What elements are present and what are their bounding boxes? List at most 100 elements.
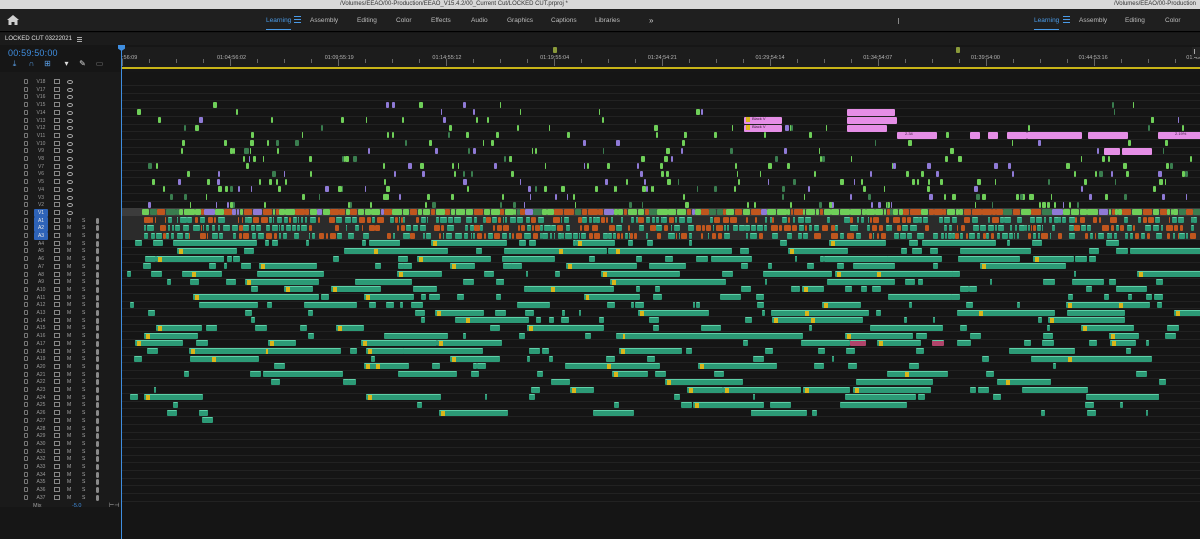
timeline-clip[interactable] [462,101,466,108]
timeline-clip[interactable] [439,232,441,239]
timeline-clip[interactable] [625,178,628,185]
timeline-clip[interactable] [371,209,381,216]
timeline-clip[interactable] [518,332,525,339]
sync-lock-icon[interactable] [54,356,60,362]
timeline-clip[interactable] [932,340,944,347]
timeline-clip[interactable] [200,224,203,231]
timeline-clip[interactable] [335,217,342,224]
timeline-clip[interactable] [1097,232,1105,239]
timeline-clip[interactable] [396,271,442,277]
timeline-clip[interactable] [142,263,151,270]
timeline-clip[interactable] [1088,247,1099,254]
timeline-clip[interactable] [829,240,870,247]
timeline-clip[interactable] [988,217,991,224]
timeline-clip[interactable] [1004,217,1011,224]
timeline-clip[interactable] [355,278,412,285]
timeline-clip[interactable] [387,232,391,239]
timeline-clip[interactable] [576,240,615,247]
timeline-clip[interactable] [1105,324,1113,331]
timeline-clip[interactable] [908,140,912,147]
timeline-clip[interactable] [166,232,170,239]
timeline-clip[interactable] [193,224,200,231]
timeline-clip[interactable] [650,186,653,193]
voiceover-mic-icon[interactable] [96,479,99,486]
timeline-clip[interactable] [328,217,335,224]
timeline-clip[interactable] [544,224,551,231]
voiceover-mic-icon[interactable] [96,456,99,463]
timeline-clip[interactable] [598,209,604,216]
timeline-clip[interactable] [717,232,722,239]
lock-icon[interactable] [24,333,28,339]
timeline-clip[interactable] [872,217,880,224]
lock-icon[interactable] [24,379,28,385]
timeline-clip[interactable] [364,294,414,301]
timeline-clip[interactable] [223,263,227,270]
timeline-clip[interactable] [1122,147,1152,155]
eye-icon[interactable] [67,172,73,177]
timeline-clip[interactable] [997,224,1004,231]
timeline-clip[interactable] [249,147,251,154]
timeline-clip[interactable] [502,232,508,239]
timeline-clip[interactable] [434,147,438,154]
timeline-clip[interactable] [420,224,427,231]
timeline-clip[interactable] [305,209,310,216]
timeline-clip[interactable] [457,294,465,301]
timeline-clip[interactable] [764,278,768,285]
timeline-clip[interactable] [565,224,571,231]
timeline-clip[interactable] [430,240,508,247]
timeline-clip[interactable] [1089,194,1092,200]
timeline-clip[interactable] [511,170,514,177]
timeline-clip[interactable] [326,232,328,239]
timeline-clip[interactable] [247,217,253,224]
timeline-clip[interactable] [320,294,330,301]
timeline-clip[interactable] [893,217,901,224]
timeline-clip[interactable] [701,209,709,216]
timeline-clip[interactable] [561,309,566,316]
timeline-clip[interactable] [250,140,254,147]
timeline-clip[interactable] [1008,232,1014,239]
timeline-clip[interactable] [284,286,314,293]
timeline-clip[interactable] [374,224,380,231]
timeline-clip[interactable] [1027,132,1082,140]
lock-icon[interactable] [24,433,28,439]
timeline-clip[interactable] [309,155,312,162]
timeline-clip[interactable] [155,163,158,170]
timeline-clip[interactable] [297,217,300,224]
lock-icon[interactable] [24,363,28,369]
timeline-clip[interactable] [532,224,535,231]
timeline-clip[interactable] [402,263,412,270]
timeline-clip[interactable] [406,224,412,231]
timeline-clip[interactable] [1171,217,1178,224]
timeline-clip[interactable] [971,209,982,216]
timeline-clip[interactable] [870,217,873,224]
timeline-clip[interactable]: 2.34 [897,131,937,140]
timeline-clip[interactable] [762,271,832,277]
timeline-clip[interactable] [377,217,384,224]
timeline-clip[interactable] [759,170,761,177]
timeline-clip[interactable] [588,232,594,239]
timeline-clip[interactable] [369,224,375,231]
timeline-clip[interactable] [767,209,777,216]
lock-icon[interactable] [24,394,28,400]
timeline-clip[interactable] [784,224,791,231]
timeline-clip[interactable] [788,247,849,254]
timeline-clip[interactable] [509,217,516,224]
timeline-clip[interactable] [414,309,426,316]
timeline-clip[interactable] [142,209,150,216]
timeline-clip[interactable] [944,217,950,224]
timeline-clip[interactable] [895,255,905,262]
timeline-clip[interactable] [652,294,662,301]
timeline-clip[interactable] [663,155,668,162]
timeline-clip[interactable] [615,224,622,231]
lock-icon[interactable] [24,132,28,138]
mix-volume-value[interactable]: -5.0 [72,501,81,511]
timeline-clip[interactable] [198,271,206,277]
timeline-clip[interactable] [1190,232,1197,239]
timeline-clip[interactable] [1178,117,1180,123]
timeline-clip[interactable] [549,317,555,324]
timeline-clip[interactable] [745,217,749,224]
timeline-clip[interactable] [473,217,478,224]
timeline-clip[interactable] [1041,224,1043,231]
timeline-clip[interactable] [707,232,710,239]
timeline-clip[interactable] [1108,209,1112,216]
